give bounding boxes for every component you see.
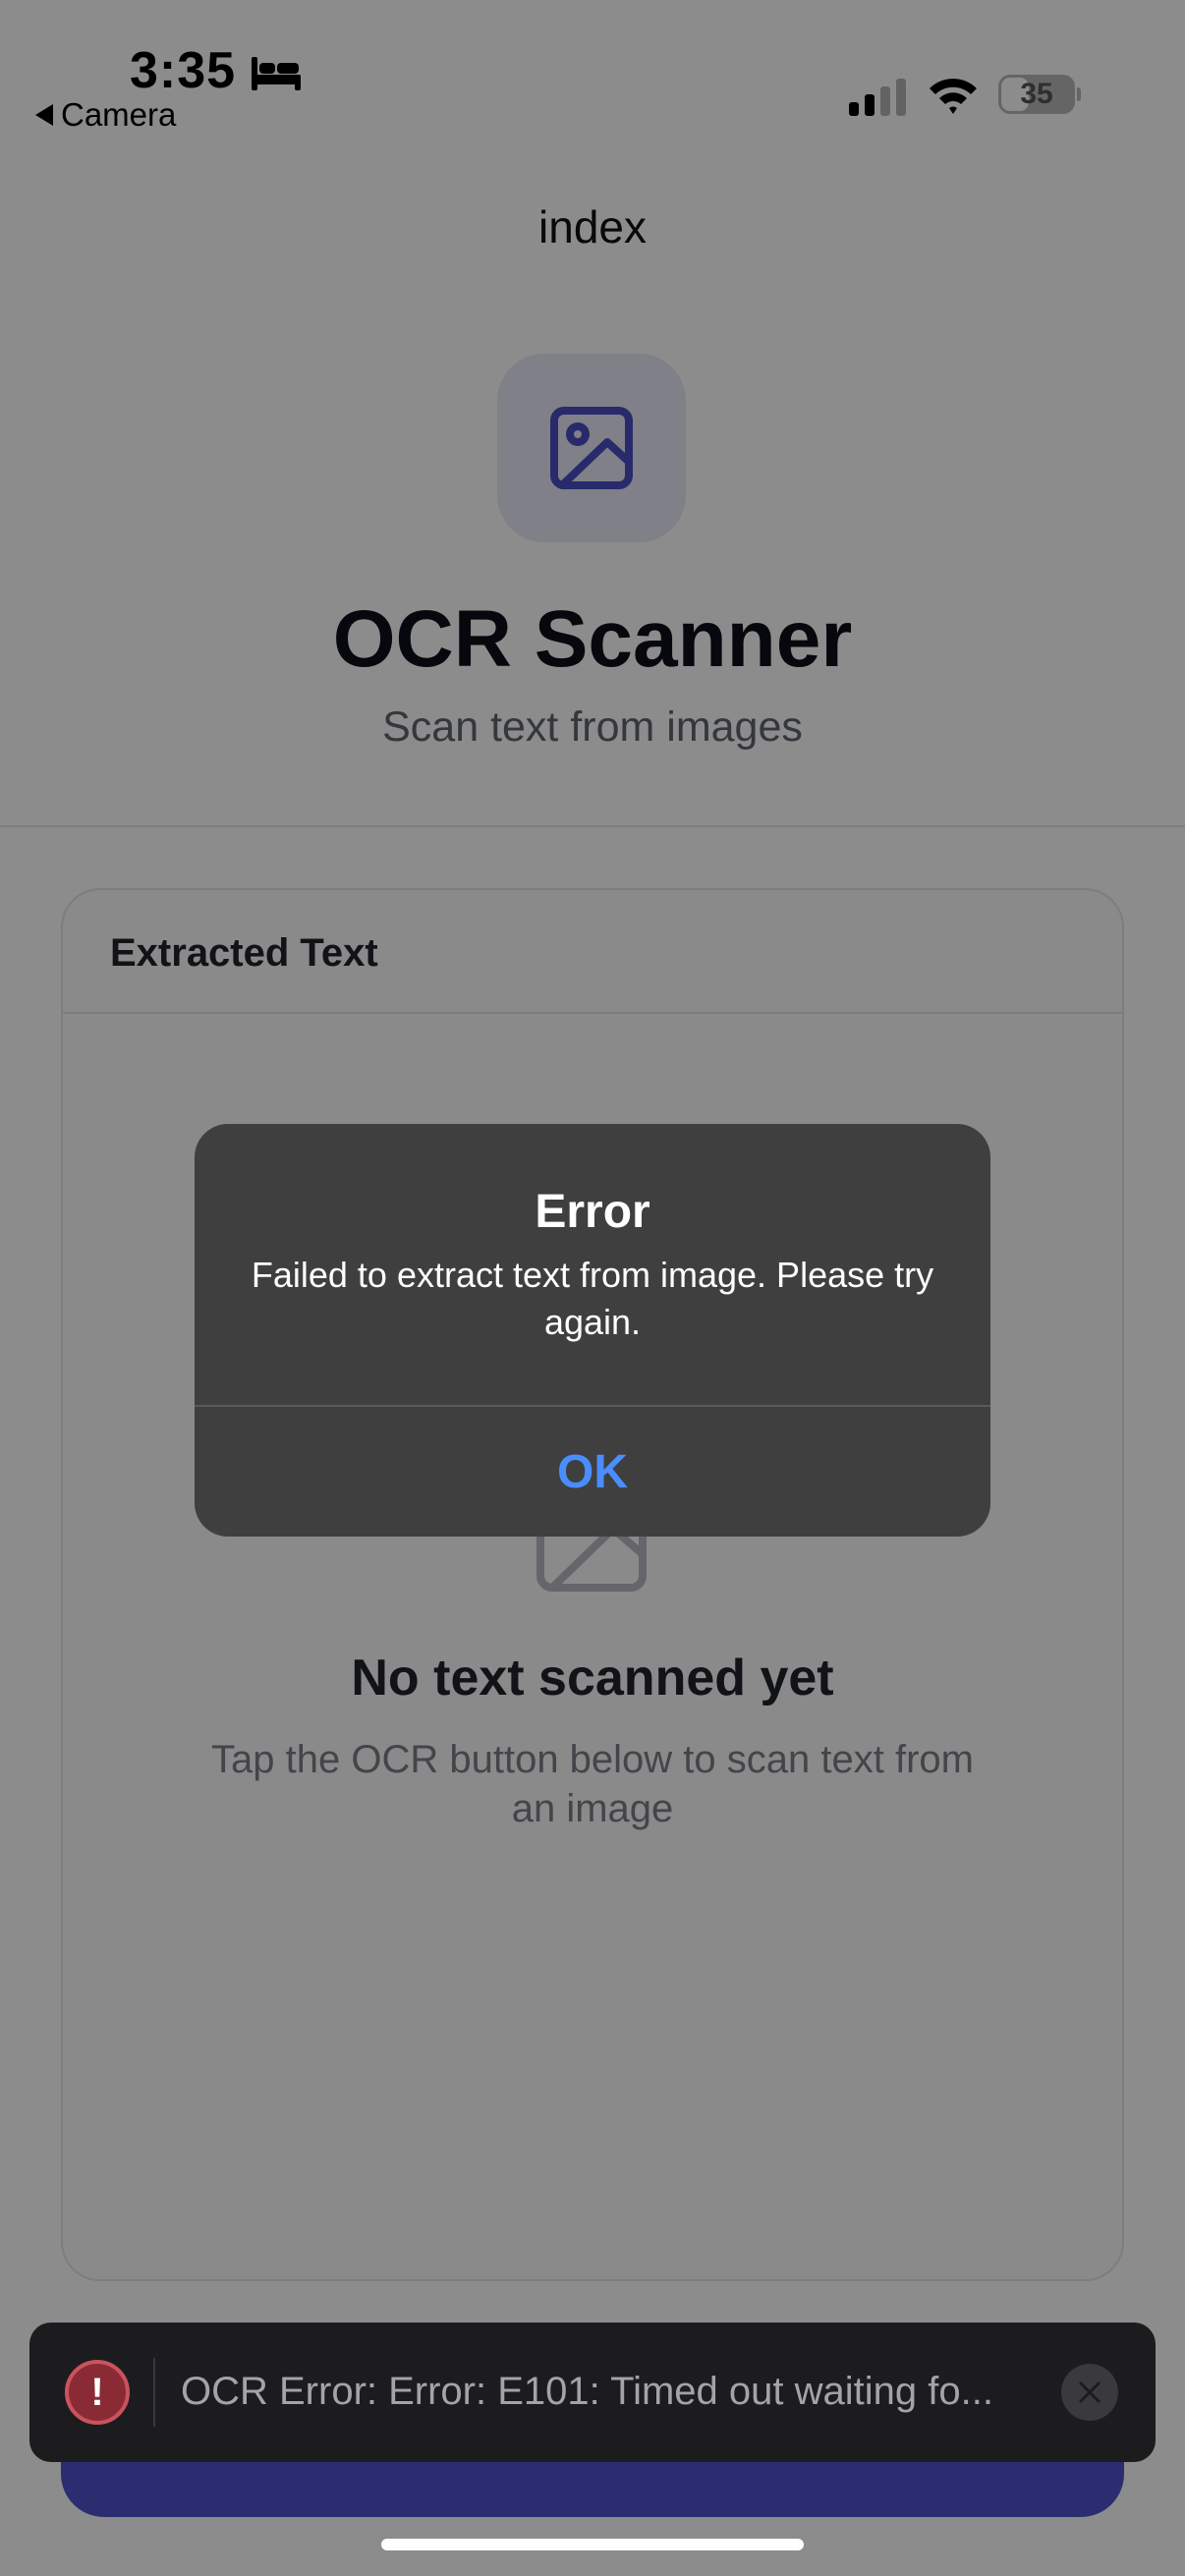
toast-close-button[interactable] <box>1061 2364 1118 2421</box>
screen: 3:35 Camera 35 index OCR Scanner Scan te… <box>0 0 1185 2576</box>
close-icon <box>1079 2381 1100 2403</box>
alert-title: Error <box>535 1186 650 1238</box>
error-toast: ! OCR Error: Error: E101: Timed out wait… <box>29 2323 1156 2462</box>
error-alert: Error Failed to extract text from image.… <box>195 1124 990 1537</box>
home-indicator[interactable] <box>381 2539 804 2550</box>
error-icon: ! <box>65 2360 130 2425</box>
toast-message: OCR Error: Error: E101: Timed out waitin… <box>181 2370 993 2413</box>
alert-ok-button[interactable]: OK <box>195 1407 990 1537</box>
toast-separator <box>153 2358 155 2427</box>
alert-message: Failed to extract text from image. Pleas… <box>251 1255 934 1342</box>
